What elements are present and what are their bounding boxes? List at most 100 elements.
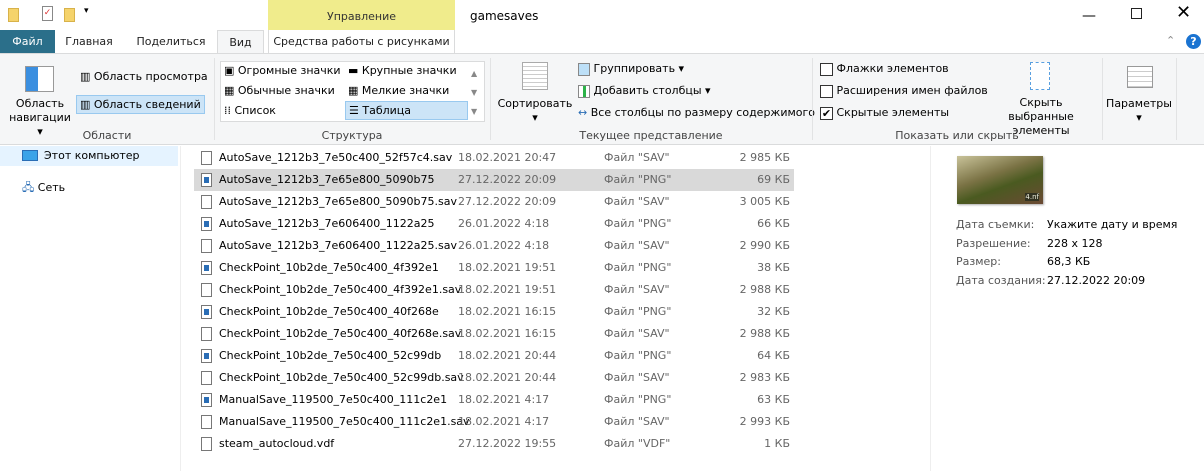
file-size: 3 005 КБ	[739, 195, 790, 208]
file-date: 18.02.2021 19:51	[458, 261, 557, 274]
file-type: Файл "SAV"	[604, 195, 670, 208]
file-size: 66 КБ	[757, 217, 790, 230]
file-row[interactable]: AutoSave_1212b3_7e606400_1122a25 26.01.2…	[194, 213, 794, 235]
file-row[interactable]: CheckPoint_10b2de_7e50c400_4f392e1 18.02…	[194, 257, 794, 279]
pane-divider	[180, 146, 181, 471]
fit-columns-button[interactable]: ↔ Все столбцы по размеру содержимого	[578, 106, 815, 119]
checkbox[interactable]	[820, 84, 833, 98]
file-size: 63 КБ	[757, 393, 790, 406]
file-row[interactable]: CheckPoint_10b2de_7e50c400_40f268e 18.02…	[194, 301, 794, 323]
nav-item-this-pc[interactable]: Этот компьютер	[0, 146, 178, 166]
image-file-icon	[201, 261, 212, 275]
file-row[interactable]: AutoSave_1212b3_7e50c400_52f57c4.sav 18.…	[194, 147, 794, 169]
new-folder-icon[interactable]	[64, 8, 75, 22]
layout-extra-large[interactable]: ▣ Огромные значки	[224, 64, 341, 77]
file-date: 18.02.2021 20:47	[458, 151, 557, 164]
file-type: Файл "SAV"	[604, 371, 670, 384]
file-type: Файл "PNG"	[604, 173, 672, 186]
context-group-header: Управление	[268, 0, 455, 30]
file-name: AutoSave_1212b3_7e606400_1122a25.sav	[219, 239, 457, 252]
detail-value[interactable]: Укажите дату и время	[1047, 218, 1177, 231]
gallery-scroll[interactable]: ▲ ▼ ▼	[471, 64, 477, 121]
detail-value: 27.12.2022 20:09	[1047, 273, 1146, 287]
file-size: 2 983 КБ	[739, 371, 790, 384]
preview-pane-button[interactable]: ▥ Область просмотра	[78, 68, 210, 85]
add-column-icon	[578, 84, 590, 98]
layout-list[interactable]: ⁞⁞ Список	[224, 104, 276, 117]
file-type: Файл "SAV"	[604, 327, 670, 340]
file-date: 26.01.2022 4:18	[458, 217, 550, 230]
checkbox-checked[interactable]: ✔	[820, 106, 833, 120]
detail-label: Дата съемки:	[956, 218, 1035, 231]
file-type: Файл "SAV"	[604, 415, 670, 428]
close-button[interactable]: ✕	[1176, 2, 1191, 23]
file-name: AutoSave_1212b3_7e50c400_52f57c4.sav	[219, 151, 453, 164]
maximize-button[interactable]	[1131, 8, 1142, 19]
file-date: 18.02.2021 16:15	[458, 327, 557, 340]
minimize-button[interactable]: —	[1082, 8, 1096, 24]
add-columns-button[interactable]: Добавить столбцы ▾	[578, 84, 711, 98]
file-row[interactable]: CheckPoint_10b2de_7e50c400_52c99db.sav 1…	[194, 367, 794, 389]
tab-home[interactable]: Главная	[58, 30, 120, 53]
file-type: Файл "VDF"	[604, 437, 671, 450]
file-icon	[201, 151, 212, 165]
layout-medium[interactable]: ▦ Обычные значки	[224, 84, 335, 97]
network-icon: 🖧	[22, 181, 35, 194]
file-row[interactable]: CheckPoint_10b2de_7e50c400_4f392e1.sav 1…	[194, 279, 794, 301]
file-row[interactable]: CheckPoint_10b2de_7e50c400_52c99db 18.02…	[194, 345, 794, 367]
file-extensions-toggle[interactable]: Расширения имен файлов	[820, 84, 988, 98]
layout-details[interactable]: ☰ Таблица	[345, 101, 468, 120]
image-file-icon	[201, 173, 212, 187]
file-name: AutoSave_1212b3_7e65e800_5090b75	[219, 173, 435, 186]
tab-file[interactable]: Файл	[0, 30, 55, 53]
file-row[interactable]: AutoSave_1212b3_7e606400_1122a25.sav 26.…	[194, 235, 794, 257]
file-row[interactable]: AutoSave_1212b3_7e65e800_5090b75 27.12.2…	[194, 169, 794, 191]
file-date: 18.02.2021 20:44	[458, 371, 557, 384]
image-file-icon	[201, 393, 212, 407]
tab-share[interactable]: Поделиться	[130, 30, 212, 53]
group-icon	[578, 62, 590, 76]
image-thumbnail: 4.nf	[957, 156, 1043, 204]
file-name: CheckPoint_10b2de_7e50c400_52c99db	[219, 349, 442, 362]
file-icon	[201, 283, 212, 297]
tab-view[interactable]: Вид	[217, 30, 264, 53]
image-file-icon	[201, 305, 212, 319]
file-name: CheckPoint_10b2de_7e50c400_52c99db.sav	[219, 371, 464, 384]
file-row[interactable]: CheckPoint_10b2de_7e50c400_40f268e.sav 1…	[194, 323, 794, 345]
divider	[1102, 58, 1103, 140]
file-size: 69 КБ	[757, 173, 790, 186]
file-name: CheckPoint_10b2de_7e50c400_4f392e1	[219, 261, 439, 274]
help-icon[interactable]: ?	[1186, 34, 1201, 49]
file-row[interactable]: ManualSave_119500_7e50c400_111c2e1.sav 1…	[194, 411, 794, 433]
file-row[interactable]: steam_autocloud.vdf 27.12.2022 19:55 Фай…	[194, 433, 794, 455]
file-date: 18.02.2021 19:51	[458, 283, 557, 296]
file-date: 27.12.2022 20:09	[458, 173, 557, 186]
file-date: 18.02.2021 20:44	[458, 349, 557, 362]
file-size: 2 988 КБ	[739, 283, 790, 296]
options-button[interactable]: Параметры ▾	[1104, 97, 1174, 125]
file-type: Файл "PNG"	[604, 393, 672, 406]
folder-icon[interactable]	[8, 8, 19, 22]
properties-icon[interactable]: ✓	[42, 6, 53, 21]
sort-button[interactable]: Сортировать ▾	[497, 97, 573, 125]
nav-pane-icon	[25, 66, 54, 92]
file-row[interactable]: AutoSave_1212b3_7e65e800_5090b75.sav 27.…	[194, 191, 794, 213]
hidden-items-toggle[interactable]: ✔ Скрытые элементы	[820, 106, 949, 120]
group-by-button[interactable]: Группировать ▾	[578, 62, 684, 76]
file-name: AutoSave_1212b3_7e606400_1122a25	[219, 217, 435, 230]
details-pane-button[interactable]: ▥ Область сведений	[76, 95, 205, 114]
tab-picture-tools[interactable]: Средства работы с рисунками	[268, 30, 455, 53]
nav-item-network[interactable]: 🖧 Сеть	[22, 178, 65, 198]
layout-large[interactable]: ▬ Крупные значки	[348, 64, 457, 77]
file-date: 18.02.2021 4:17	[458, 415, 550, 428]
collapse-ribbon-icon[interactable]: ⌃	[1166, 34, 1175, 47]
file-row[interactable]: ManualSave_119500_7e50c400_111c2e1 18.02…	[194, 389, 794, 411]
file-size: 38 КБ	[757, 261, 790, 274]
file-name: ManualSave_119500_7e50c400_111c2e1.sav	[219, 415, 470, 428]
file-type: Файл "PNG"	[604, 349, 672, 362]
checkbox[interactable]	[820, 62, 833, 76]
customize-qat-icon[interactable]: ▾	[84, 6, 89, 16]
item-checkboxes-toggle[interactable]: Флажки элементов	[820, 62, 949, 76]
file-name: steam_autocloud.vdf	[219, 437, 335, 450]
layout-small[interactable]: ▦ Мелкие значки	[348, 84, 449, 97]
